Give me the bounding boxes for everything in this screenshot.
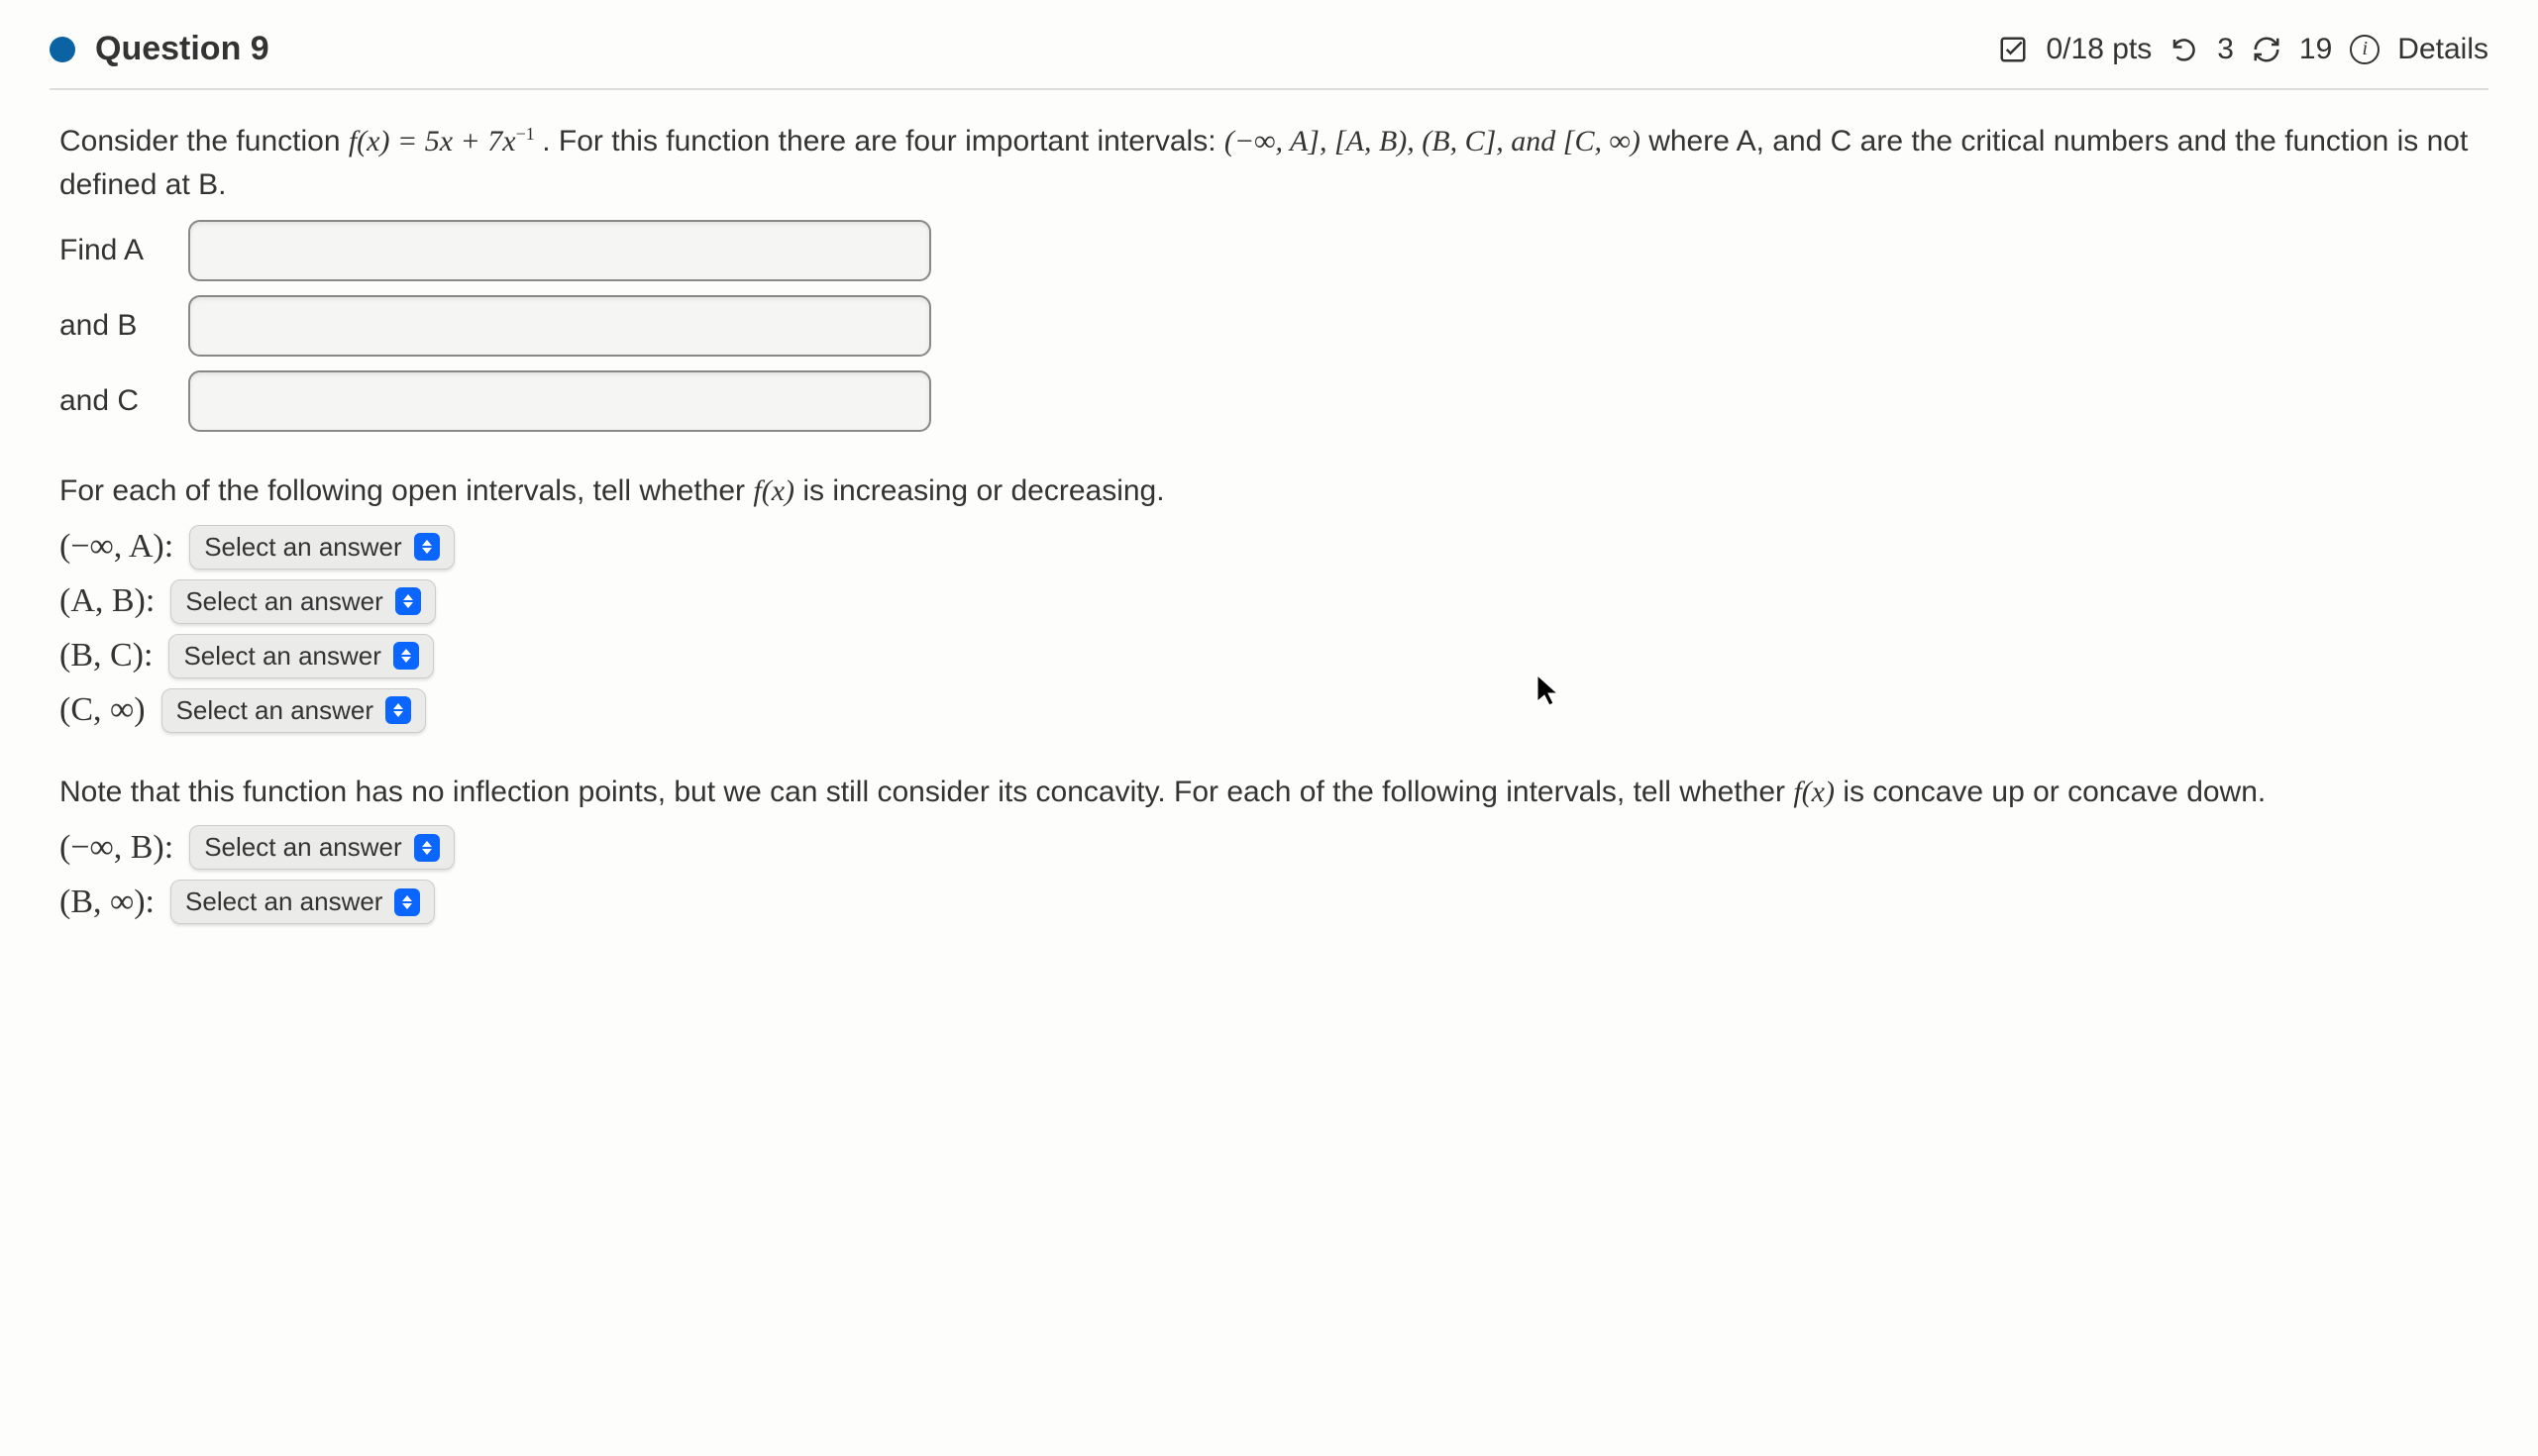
mouse-cursor-icon xyxy=(1535,674,1563,707)
refresh-icon xyxy=(2252,35,2281,64)
label-text: Find A xyxy=(59,234,144,266)
monotone-label-b-to-c: (B, C): xyxy=(59,637,153,675)
retries-text: 19 xyxy=(2299,33,2332,66)
points-text: 0/18 pts xyxy=(2046,33,2152,66)
find-c-label: and C xyxy=(59,384,168,418)
monotone-text-1: For each of the following open intervals… xyxy=(59,474,753,507)
input-a[interactable] xyxy=(188,220,931,281)
select-stepper-icon[interactable] xyxy=(414,834,440,862)
header-right: 0/18 pts 3 19 i Details xyxy=(1998,33,2488,66)
select-placeholder: Select an answer xyxy=(204,832,401,863)
find-b-row: and B xyxy=(59,295,2479,357)
monotone-select-c-to-inf[interactable]: Select an answer xyxy=(161,688,426,733)
monotone-text-2: is increasing or decreasing. xyxy=(802,474,1164,507)
header-left: Question 9 xyxy=(50,30,269,68)
input-c[interactable] xyxy=(188,370,931,432)
attempts-text: 3 xyxy=(2217,33,2234,66)
concave-select-b-to-inf[interactable]: Select an answer xyxy=(170,880,435,924)
details-link[interactable]: Details xyxy=(2397,33,2488,66)
question-body: Consider the function f(x) = 5x + 7x−1 .… xyxy=(50,120,2488,924)
monotone-label-neg-inf-to-a: (−∞, A): xyxy=(59,528,173,566)
select-stepper-icon[interactable] xyxy=(394,888,420,916)
monotone-row-b-to-c: (B, C): Select an answer xyxy=(59,634,2479,678)
monotone-label-c-to-inf: (C, ∞) xyxy=(59,691,146,729)
function-exponent: −1 xyxy=(516,124,535,144)
function-base: f(x) = 5x + 7x xyxy=(349,125,516,157)
function-expression: f(x) = 5x + 7x−1 xyxy=(349,125,542,157)
select-placeholder: Select an answer xyxy=(204,532,401,563)
select-stepper-icon[interactable] xyxy=(393,642,419,670)
undo-icon xyxy=(2169,35,2199,64)
input-b[interactable] xyxy=(188,295,931,357)
monotone-list: (−∞, A): Select an answer (A, B): Select an… xyxy=(59,525,2479,733)
find-b-label: and B xyxy=(59,309,168,343)
question-header: Question 9 0/18 pts 3 19 i Details xyxy=(50,30,2488,90)
intro-text-2: . For this function there are four impor… xyxy=(542,125,1224,157)
concave-label-neg-inf-to-b: (−∞, B): xyxy=(59,829,173,867)
monotone-select-neg-inf-to-a[interactable]: Select an answer xyxy=(189,525,454,570)
monotone-row-neg-inf-to-a: (−∞, A): Select an answer xyxy=(59,525,2479,570)
monotone-prompt: For each of the following open intervals… xyxy=(59,469,2479,513)
concave-list: (−∞, B): Select an answer (B, ∞): Select an… xyxy=(59,825,2479,924)
select-stepper-icon[interactable] xyxy=(395,587,421,615)
monotone-row-a-to-b: (A, B): Select an answer xyxy=(59,579,2479,624)
find-a-row: Find A xyxy=(59,220,2479,281)
concave-select-neg-inf-to-b[interactable]: Select an answer xyxy=(189,825,454,870)
checkbox-icon xyxy=(1998,35,2028,64)
select-placeholder: Select an answer xyxy=(176,695,373,726)
label-text: and B xyxy=(59,309,137,342)
concave-text-1: Note that this function has no inflectio… xyxy=(59,776,1793,808)
status-dot-icon xyxy=(50,37,75,62)
fx-math: f(x) xyxy=(753,474,794,507)
concave-prompt: Note that this function has no inflectio… xyxy=(59,771,2479,814)
select-placeholder: Select an answer xyxy=(185,886,382,917)
monotone-row-c-to-inf: (C, ∞) Select an answer xyxy=(59,688,2479,733)
intro-paragraph: Consider the function f(x) = 5x + 7x−1 .… xyxy=(59,120,2479,206)
select-stepper-icon[interactable] xyxy=(414,533,440,561)
interval-list-math: (−∞, A], [A, B), (B, C], and [C, ∞) xyxy=(1224,125,1640,157)
label-text: and C xyxy=(59,384,139,417)
concave-text-2: is concave up or concave down. xyxy=(1843,776,2266,808)
select-placeholder: Select an answer xyxy=(185,586,382,617)
concave-row-neg-inf-to-b: (−∞, B): Select an answer xyxy=(59,825,2479,870)
select-placeholder: Select an answer xyxy=(183,641,380,672)
find-c-row: and C xyxy=(59,370,2479,432)
find-a-label: Find A xyxy=(59,234,168,267)
info-icon[interactable]: i xyxy=(2350,35,2379,64)
intro-text-1: Consider the function xyxy=(59,125,349,157)
select-stepper-icon[interactable] xyxy=(385,696,411,724)
question-title: Question 9 xyxy=(95,30,269,68)
concave-row-b-to-inf: (B, ∞): Select an answer xyxy=(59,880,2479,924)
concave-label-b-to-inf: (B, ∞): xyxy=(59,884,155,921)
monotone-label-a-to-b: (A, B): xyxy=(59,582,155,620)
fx-math-2: f(x) xyxy=(1793,776,1835,808)
monotone-select-b-to-c[interactable]: Select an answer xyxy=(168,634,433,678)
monotone-select-a-to-b[interactable]: Select an answer xyxy=(170,579,435,624)
